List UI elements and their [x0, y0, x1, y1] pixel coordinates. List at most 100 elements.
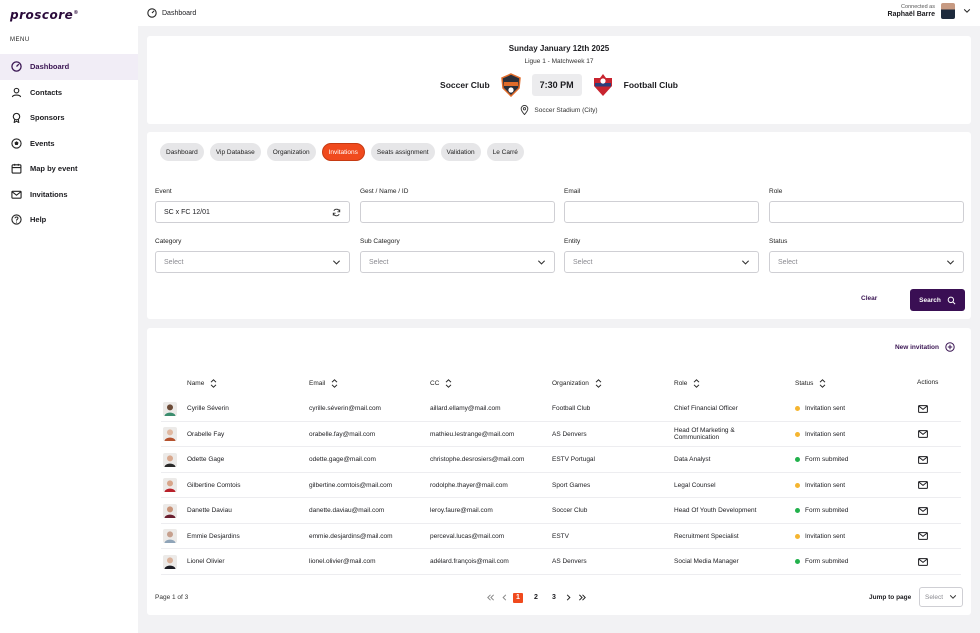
table-row[interactable]: Lionel Olivier lionel.olivier@mail.com adé… — [161, 549, 961, 575]
column-header-cc[interactable]: CC — [430, 379, 452, 388]
user-menu[interactable]: Connected as Raphaël Barre — [888, 3, 971, 19]
cell-email: gilbertine.comtois@mail.com — [309, 481, 393, 489]
tab-seats-assignment[interactable]: Seats assignment — [370, 143, 435, 161]
breadcrumb-label[interactable]: Dashboard — [162, 10, 196, 17]
calendar-icon — [11, 163, 22, 174]
cell-name: Lionel Olivier — [187, 558, 225, 566]
column-header-role[interactable]: Role — [674, 379, 700, 388]
sidebar-item-sponsors[interactable]: Sponsors — [0, 105, 138, 131]
table-row[interactable]: Cyrille Séverin cyrille.séverin@mail.com a… — [161, 396, 961, 422]
status-label: Invitation sent — [805, 405, 846, 413]
cell-role: Data Analyst — [674, 456, 711, 464]
match-date: Sunday January 12th 2025 — [508, 44, 610, 53]
send-mail-button[interactable] — [918, 498, 928, 524]
breadcrumb: Dashboard — [147, 8, 196, 18]
cell-name: Cyrille Séverin — [187, 405, 229, 413]
new-invitation-button[interactable]: New invitation — [895, 342, 955, 352]
clear-button[interactable]: Clear — [861, 295, 877, 302]
tab-organization[interactable]: Organization — [266, 143, 316, 161]
column-header-organization[interactable]: Organization — [552, 379, 602, 388]
sidebar-item-map-by-event[interactable]: Map by event — [0, 156, 138, 182]
entity-select[interactable]: Select — [564, 251, 759, 273]
status-label: Invitation sent — [805, 430, 846, 438]
sort-icon — [820, 379, 826, 388]
tab-le-carre[interactable]: Le Carré — [486, 143, 524, 161]
send-mail-button[interactable] — [918, 396, 928, 422]
event-field[interactable]: SC x FC 12/01 — [155, 201, 350, 223]
tab-dashboard[interactable]: Dashboard — [160, 143, 204, 161]
send-mail-button[interactable] — [918, 473, 928, 499]
avatar-image — [163, 452, 177, 467]
sidebar-item-events[interactable]: Events — [0, 131, 138, 157]
column-header-email[interactable]: Email — [309, 379, 338, 388]
chevron-down-icon[interactable] — [963, 7, 971, 15]
tab-invitations[interactable]: Invitations — [321, 143, 365, 161]
sort-icon — [595, 379, 602, 388]
chevron-left-icon — [501, 594, 506, 601]
cell-email: lionel.olivier@mail.com — [309, 558, 376, 566]
category-select[interactable]: Select — [155, 251, 350, 273]
column-header-status[interactable]: Status — [795, 379, 826, 388]
prev-page-button[interactable] — [497, 592, 511, 603]
column-header-name[interactable]: Name — [187, 379, 217, 388]
cell-name: Danette Daviau — [187, 507, 232, 515]
cell-name: Gilbertine Comtois — [187, 481, 241, 489]
sidebar-item-invitations[interactable]: Invitations — [0, 182, 138, 208]
cell-email: emmie.desjardins@mail.com — [309, 532, 393, 540]
chevrons-left-icon — [486, 594, 494, 601]
cell-name: Odette Gage — [187, 456, 225, 464]
away-team-name: Football Club — [623, 80, 678, 90]
table-row[interactable]: Orabelle Fay orabelle.fay@mail.com mathieu… — [161, 422, 961, 448]
top-bar: Dashboard Connected as Raphaël Barre — [138, 0, 980, 26]
match-card: Sunday January 12th 2025 Ligue 1 - Match… — [147, 36, 971, 124]
sort-icon — [446, 379, 452, 388]
first-page-button[interactable] — [483, 592, 497, 603]
next-page-button[interactable] — [561, 592, 575, 603]
table-header: Name Email CC Organization Role Status A… — [147, 379, 971, 391]
search-button[interactable]: Search — [910, 289, 965, 311]
tab-validation[interactable]: Validation — [440, 143, 481, 161]
status-dot-icon — [795, 482, 800, 488]
status-dot-icon — [795, 559, 800, 565]
avatar-image — [163, 427, 177, 442]
send-mail-button[interactable] — [918, 447, 928, 473]
table-row[interactable]: Odette Gage odette.gage@mail.com christoph… — [161, 447, 961, 473]
jump-to-page-select[interactable]: Select — [919, 587, 963, 607]
field-label: Category — [155, 238, 182, 245]
table-row[interactable]: Gilbertine Comtois gilbertine.comtois@mai… — [161, 473, 961, 499]
status-dot-icon — [795, 406, 800, 412]
user-icon — [11, 87, 22, 98]
status-label: Invitation sent — [805, 532, 846, 540]
field-label: Entity — [564, 238, 581, 245]
sidebar-item-dashboard[interactable]: Dashboard — [0, 54, 138, 80]
mail-icon — [918, 455, 928, 464]
email-field[interactable] — [564, 201, 759, 223]
page-2-button[interactable]: 2 — [531, 593, 541, 603]
sidebar-item-contacts[interactable]: Contacts — [0, 80, 138, 106]
page-1-button[interactable]: 1 — [513, 592, 523, 603]
avatar — [163, 473, 177, 499]
send-mail-button[interactable] — [918, 549, 928, 575]
table-row[interactable]: Danette Daviau danette.daviau@mail.com ler… — [161, 498, 961, 524]
status-select[interactable]: Select — [769, 251, 964, 273]
sidebar-item-help[interactable]: Help — [0, 207, 138, 233]
proscore-logo[interactable]: proscore® — [10, 8, 79, 22]
section-tabs: Dashboard Vip Database Organization Invi… — [147, 132, 971, 172]
mail-icon — [918, 557, 928, 566]
status-dot-icon — [795, 431, 800, 437]
role-field[interactable] — [769, 201, 964, 223]
status-badge: Invitation sent — [795, 524, 845, 550]
sub-category-select[interactable]: Select — [360, 251, 555, 273]
refresh-icon[interactable] — [332, 208, 341, 217]
tab-vip-database[interactable]: Vip Database — [209, 143, 261, 161]
send-mail-button[interactable] — [918, 524, 928, 550]
entity-filter: Entity Select — [564, 238, 759, 273]
table-row[interactable]: Emmie Desjardins emmie.desjardins@mail.co… — [161, 524, 961, 550]
football-club-crest-icon — [593, 74, 612, 96]
dashboard-gauge-icon — [147, 8, 157, 18]
plus-circle-icon — [945, 342, 955, 352]
guest-name-id-input[interactable] — [360, 201, 555, 223]
last-page-button[interactable] — [575, 592, 589, 603]
page-3-button[interactable]: 3 — [549, 593, 559, 603]
send-mail-button[interactable] — [918, 422, 928, 448]
